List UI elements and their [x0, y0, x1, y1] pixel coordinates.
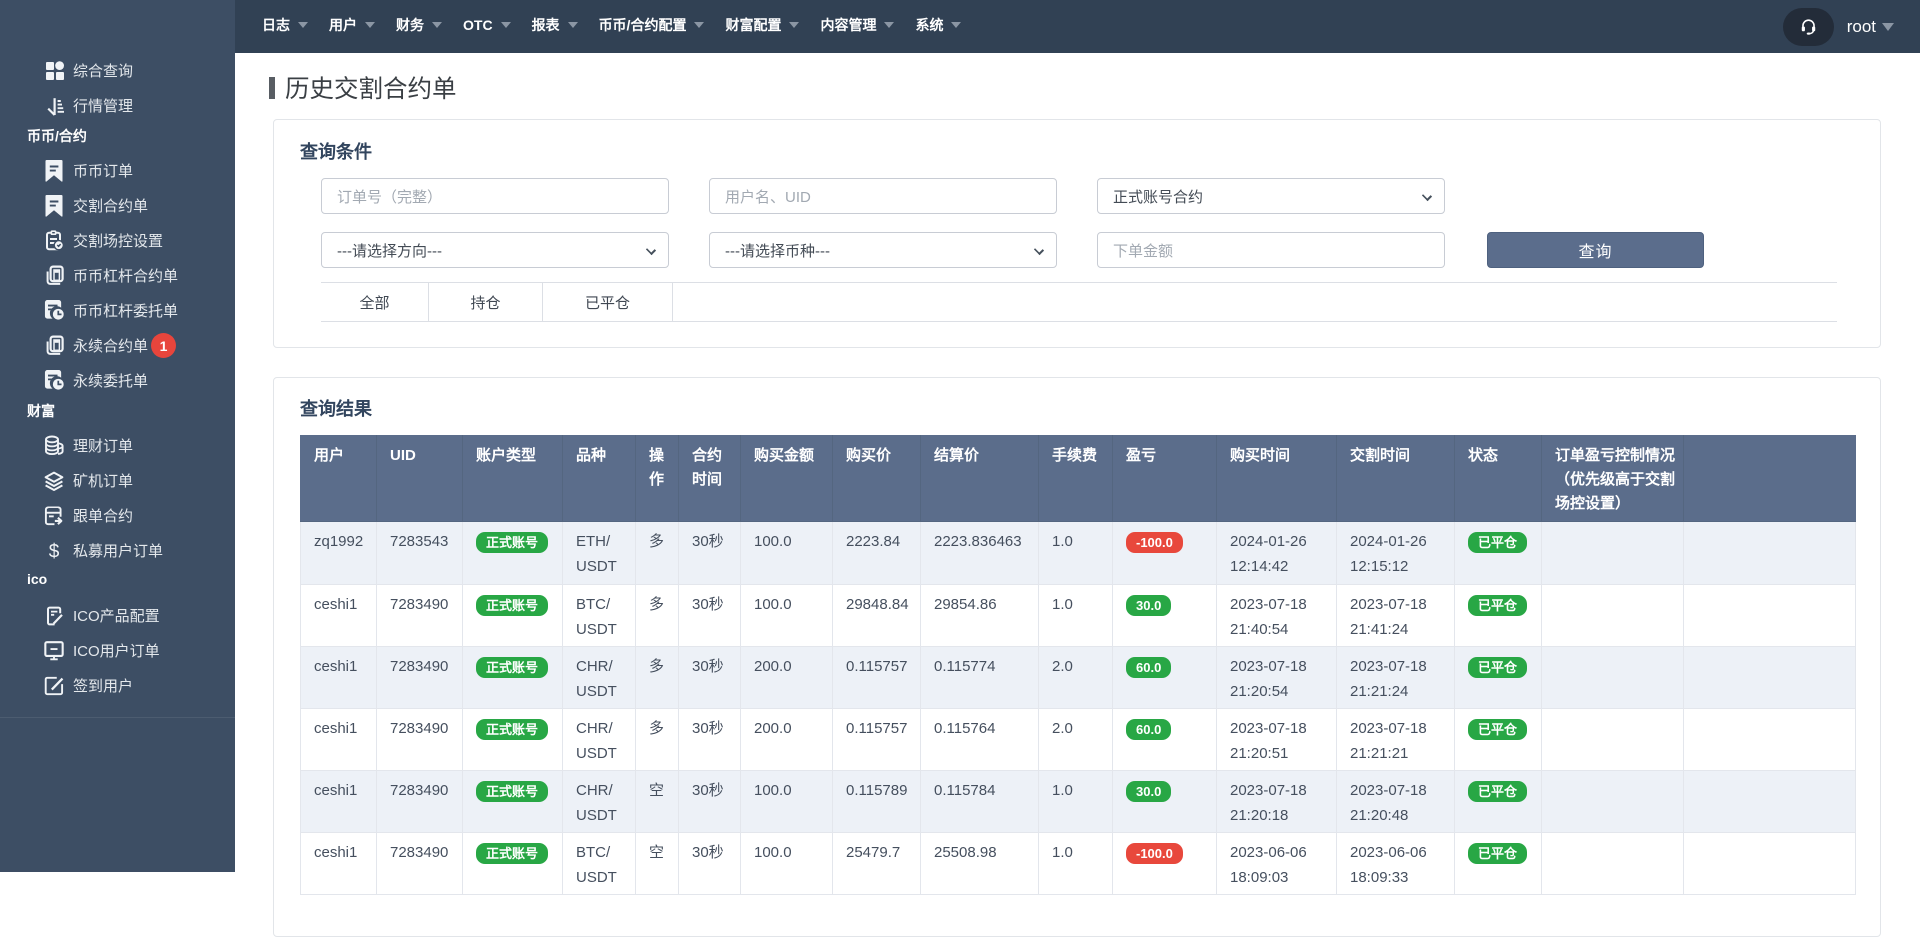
svg-text:$: $ [49, 541, 60, 561]
